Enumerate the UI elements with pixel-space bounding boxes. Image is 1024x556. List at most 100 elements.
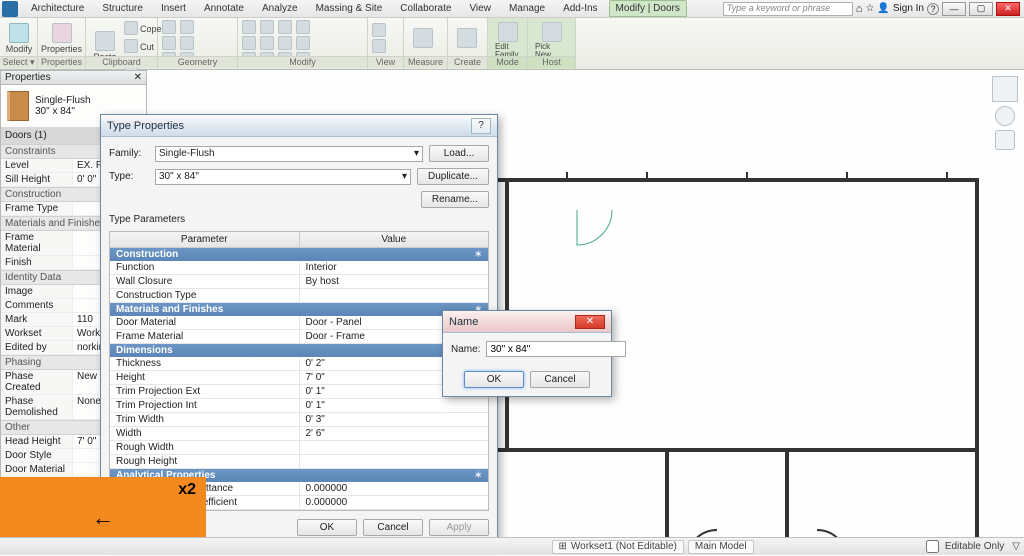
name-label: Name:: [451, 344, 480, 355]
modify-icon[interactable]: [242, 20, 256, 34]
modify-icon[interactable]: [278, 36, 292, 50]
modify-icon[interactable]: [260, 36, 274, 50]
param-row[interactable]: FunctionInterior: [110, 261, 488, 275]
param-row[interactable]: Door MaterialDoor - Panel: [110, 316, 488, 330]
type-select[interactable]: 30" x 84"▾: [155, 169, 411, 185]
modify-icon[interactable]: [242, 36, 256, 50]
duplicate-button[interactable]: Duplicate...: [417, 168, 489, 185]
viewcube[interactable]: [992, 76, 1018, 102]
geom-icon[interactable]: [180, 36, 194, 50]
status-bar: ⊞Workset1 (Not Editable) Main Model Edit…: [0, 537, 1024, 555]
titlebar: ArchitectureStructureInsertAnnotateAnaly…: [0, 0, 1024, 18]
menu-tab[interactable]: Analyze: [255, 0, 305, 17]
col-parameter: Parameter: [110, 232, 300, 247]
param-category: Construction✶: [110, 248, 488, 261]
ribbon: Modify Select ▾ Properties Properties Pa…: [0, 18, 1024, 70]
nav-tool-icon[interactable]: [995, 130, 1015, 150]
menu-tab[interactable]: View: [462, 0, 498, 17]
family-select[interactable]: Single-Flush▾: [155, 146, 423, 162]
nav-wheel-icon[interactable]: [995, 106, 1015, 126]
minimize-button[interactable]: —: [942, 2, 966, 16]
sign-in-link[interactable]: Sign In: [893, 3, 924, 14]
editable-only-checkbox[interactable]: Editable Only: [922, 537, 1004, 556]
cut-button[interactable]: Cut: [124, 38, 162, 55]
modify-icon[interactable]: [260, 20, 274, 34]
param-category: Dimensions✶: [110, 344, 488, 357]
geom-icon[interactable]: [180, 20, 194, 34]
rename-button[interactable]: Rename...: [421, 191, 489, 208]
geom-icon[interactable]: [162, 20, 176, 34]
filter-icon[interactable]: ▽: [1012, 541, 1020, 552]
maximize-button[interactable]: ▢: [969, 2, 993, 16]
type-thumbnail: [7, 91, 29, 121]
param-row[interactable]: Rough Height: [110, 455, 488, 469]
type-size: 30" x 84": [35, 106, 91, 117]
geom-icon[interactable]: [162, 36, 176, 50]
properties-close-icon[interactable]: ✕: [134, 72, 142, 83]
cope-button[interactable]: Cope: [124, 20, 162, 37]
param-row[interactable]: Rough Width: [110, 441, 488, 455]
view-icon[interactable]: [372, 39, 386, 53]
param-row[interactable]: Trim Width0' 3": [110, 413, 488, 427]
param-row[interactable]: Wall ClosureBy host: [110, 275, 488, 289]
name-ok-button[interactable]: OK: [464, 371, 524, 388]
menu-tab[interactable]: Structure: [95, 0, 150, 17]
param-row[interactable]: Trim Projection Ext0' 1": [110, 385, 488, 399]
user-icon[interactable]: 👤: [877, 3, 889, 14]
type-parameters-label: Type Parameters: [109, 214, 489, 225]
playback-speed: x2: [178, 477, 206, 499]
param-category: Materials and Finishes✶: [110, 303, 488, 316]
family-label: Family:: [109, 148, 149, 159]
menu-tabs: ArchitectureStructureInsertAnnotateAnaly…: [4, 0, 687, 17]
create-button[interactable]: [452, 20, 482, 57]
menu-tab[interactable]: Add-Ins: [556, 0, 604, 17]
workset-status[interactable]: ⊞Workset1 (Not Editable): [552, 540, 684, 554]
design-option-status[interactable]: Main Model: [688, 540, 754, 554]
view-icon[interactable]: [372, 23, 386, 37]
dialog-close-icon[interactable]: ?: [471, 118, 491, 134]
apply-button[interactable]: Apply: [429, 519, 489, 536]
menu-tab[interactable]: Insert: [154, 0, 193, 17]
modify-tool[interactable]: Modify: [4, 20, 34, 57]
search-input[interactable]: Type a keyword or phrase: [723, 2, 853, 16]
dialog-title: Type Properties: [107, 120, 184, 132]
name-cancel-button[interactable]: Cancel: [530, 371, 590, 388]
type-name: Single-Flush: [35, 95, 91, 106]
help-icon[interactable]: ?: [927, 3, 939, 15]
menu-tab[interactable]: Collaborate: [393, 0, 458, 17]
name-dialog-close-icon[interactable]: ✕: [575, 315, 605, 329]
menu-tab[interactable]: Manage: [502, 0, 552, 17]
col-value: Value: [300, 232, 489, 247]
name-dialog-title: Name: [449, 316, 478, 328]
star-icon[interactable]: ☆: [865, 3, 874, 14]
properties-button[interactable]: Properties: [42, 20, 81, 57]
infocenter-icon[interactable]: ⌂: [856, 3, 863, 15]
param-row[interactable]: Height7' 0": [110, 371, 488, 385]
name-dialog: Name ✕ Name: OK Cancel: [442, 310, 612, 397]
param-row[interactable]: Thickness0' 2": [110, 357, 488, 371]
param-row[interactable]: Trim Projection Int0' 1": [110, 399, 488, 413]
param-row[interactable]: Frame MaterialDoor - Frame: [110, 330, 488, 344]
modify-icon[interactable]: [296, 36, 310, 50]
app-menu-icon[interactable]: [2, 1, 18, 17]
type-label: Type:: [109, 171, 149, 182]
properties-title: Properties: [5, 72, 51, 83]
modify-icon[interactable]: [296, 20, 310, 34]
ok-button[interactable]: OK: [297, 519, 357, 536]
back-arrow-icon: ←: [0, 505, 206, 531]
load-button[interactable]: Load...: [429, 145, 489, 162]
modify-icon[interactable]: [278, 20, 292, 34]
menu-tab[interactable]: Modify | Doors: [609, 0, 687, 17]
cancel-button[interactable]: Cancel: [363, 519, 423, 536]
menu-tab[interactable]: Massing & Site: [309, 0, 390, 17]
view-tools: [992, 76, 1018, 150]
type-parameters-grid: Construction✶FunctionInteriorWall Closur…: [110, 248, 488, 510]
menu-tab[interactable]: Architecture: [24, 0, 91, 17]
menu-tab[interactable]: Annotate: [197, 0, 251, 17]
close-button[interactable]: ✕: [996, 2, 1020, 16]
param-row[interactable]: Width2' 6": [110, 427, 488, 441]
name-input[interactable]: [486, 341, 626, 357]
edit-family-button[interactable]: Edit Family: [492, 20, 523, 61]
measure-button[interactable]: [408, 20, 438, 57]
param-row[interactable]: Construction Type: [110, 289, 488, 303]
